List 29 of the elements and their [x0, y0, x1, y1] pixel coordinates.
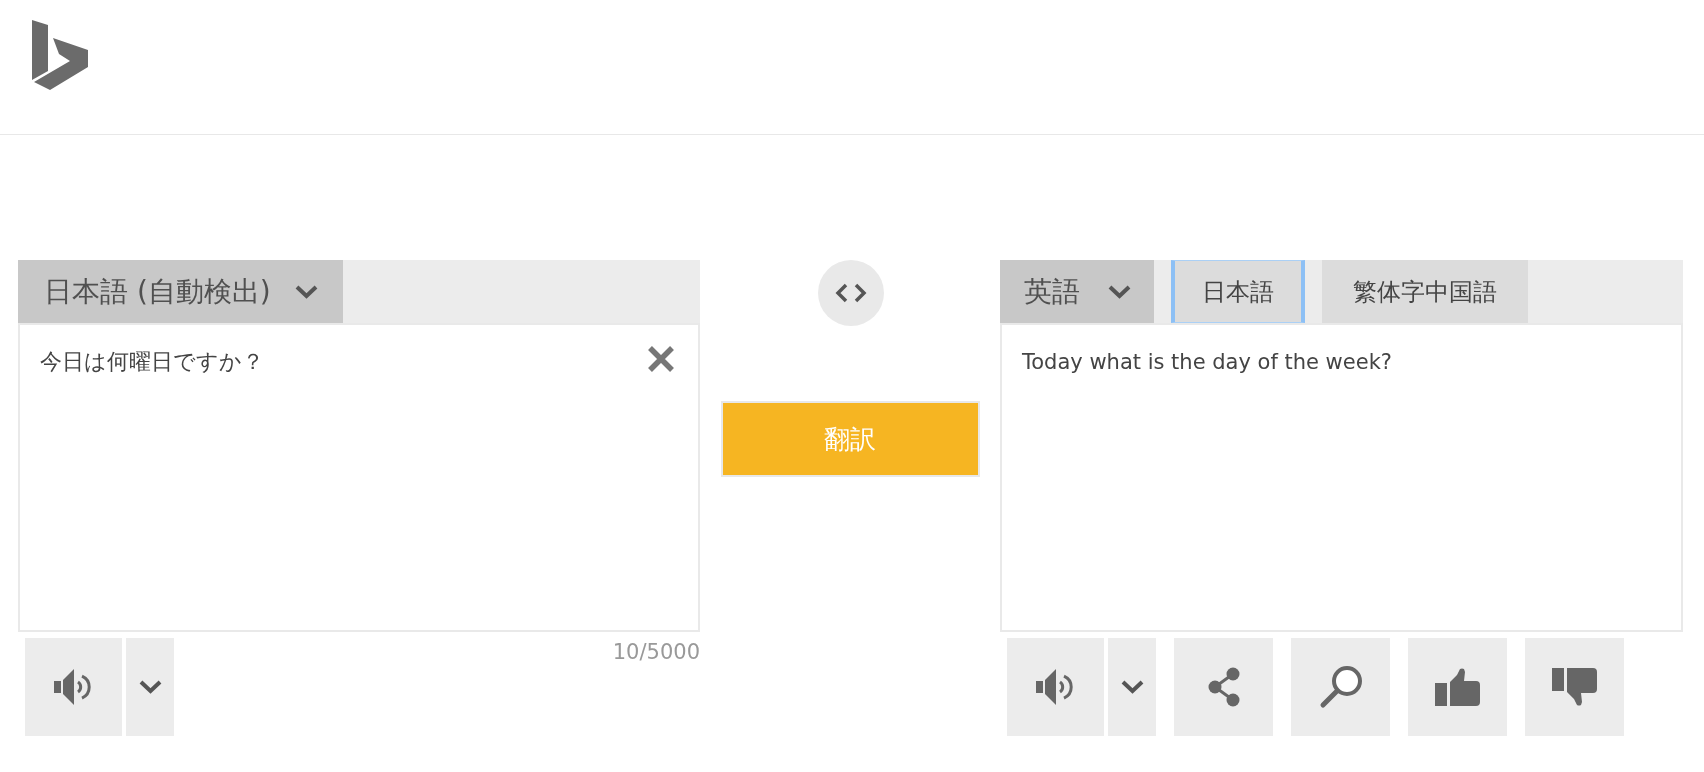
left-right-chevrons-icon: [835, 283, 867, 303]
search-icon: [1318, 665, 1363, 709]
chevron-down-icon: [1108, 284, 1131, 299]
thumbs-up-icon: [1435, 668, 1480, 706]
share-icon: [1207, 667, 1240, 707]
speaker-button[interactable]: [25, 638, 122, 736]
share-button[interactable]: [1174, 638, 1273, 736]
logo-icon[interactable]: [32, 20, 88, 90]
speaker-icon: [53, 668, 94, 706]
speaker-icon: [1035, 668, 1076, 706]
source-language-dropdown[interactable]: 日本語 (自動検出): [18, 260, 343, 323]
voice-menu-button[interactable]: [126, 638, 174, 736]
search-button[interactable]: [1291, 638, 1390, 736]
thumbs-down-icon: [1552, 668, 1597, 706]
source-text-field[interactable]: 今日は何曜日ですか？: [18, 323, 700, 632]
chevron-down-icon: [294, 284, 318, 299]
chevron-down-icon: [138, 680, 162, 694]
thumbs-down-button[interactable]: [1525, 638, 1624, 736]
voice-menu-button[interactable]: [1108, 638, 1156, 736]
character-count: 10/5000: [612, 640, 700, 664]
close-icon: [647, 345, 675, 373]
language-tab[interactable]: 日本語: [1171, 260, 1305, 323]
thumbs-up-button[interactable]: [1408, 638, 1507, 736]
language-tab[interactable]: 繁体字中国語: [1322, 260, 1528, 323]
clear-button[interactable]: [647, 345, 675, 373]
translation-text: Today what is the day of the week?: [1022, 350, 1392, 374]
chevron-down-icon: [1120, 680, 1144, 694]
target-language-dropdown[interactable]: 英語: [1000, 260, 1154, 323]
speaker-button[interactable]: [1007, 638, 1104, 736]
